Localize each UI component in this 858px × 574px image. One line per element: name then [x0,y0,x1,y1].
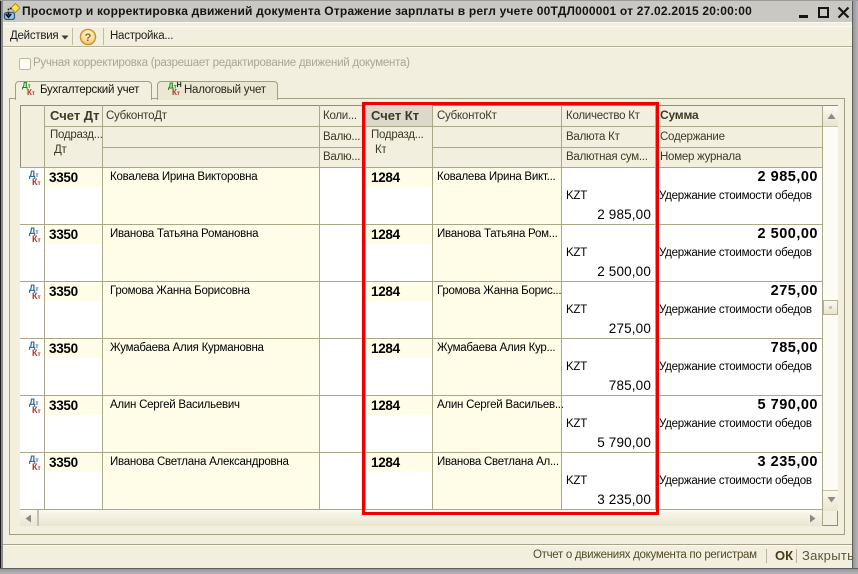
svg-text:?: ? [85,32,92,44]
